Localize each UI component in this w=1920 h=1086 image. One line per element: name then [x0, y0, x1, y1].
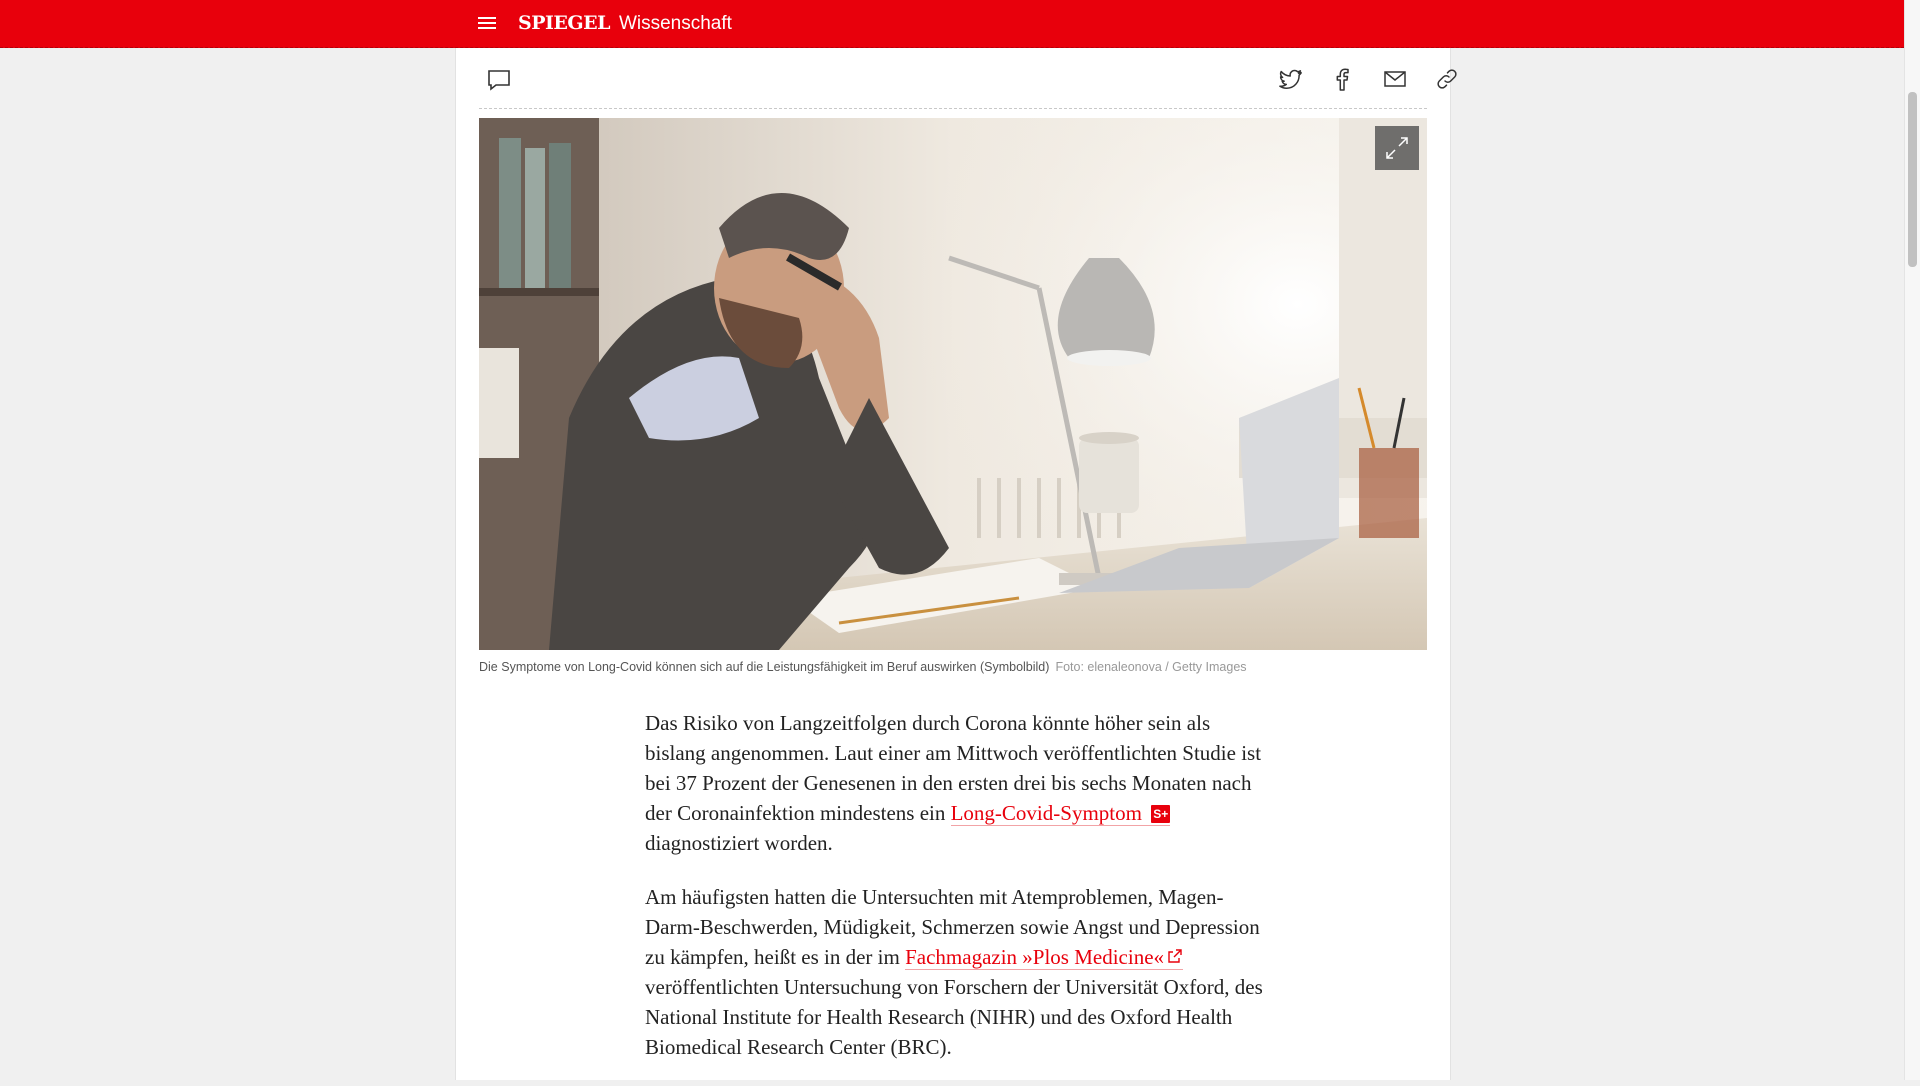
hero-image[interactable]: [479, 118, 1427, 650]
spiegel-plus-badge: S+: [1151, 805, 1171, 823]
image-caption: Die Symptome von Long-Covid können sich …: [479, 660, 1427, 674]
photo-credit: Foto: elenaleonova / Getty Images: [1055, 660, 1247, 674]
paragraph-1: Das Risiko von Langzeitfolgen durch Coro…: [645, 711, 1262, 855]
spiegel-logo[interactable]: SPIEGEL: [518, 12, 610, 34]
facebook-icon[interactable]: [1329, 66, 1355, 92]
brand[interactable]: SPIEGEL Wissenschaft: [518, 12, 732, 35]
top-navigation-bar: SPIEGEL Wissenschaft: [0, 0, 1904, 48]
hamburger-menu-icon[interactable]: [478, 14, 496, 32]
paragraph-2: Am häufigsten hatten die Untersuchten mi…: [645, 885, 1263, 1059]
scrollbar-thumb[interactable]: [1908, 92, 1917, 267]
expand-icon[interactable]: [1375, 126, 1419, 170]
article-toolbar: [479, 48, 1457, 109]
mail-icon[interactable]: [1382, 66, 1408, 92]
comment-icon[interactable]: [486, 67, 512, 93]
caption-text: Die Symptome von Long-Covid können sich …: [479, 660, 1050, 674]
long-covid-symptom-link[interactable]: Long-Covid-Symptom S+: [950, 801, 1171, 826]
article-body: Das Risiko von Langzeitfolgen durch Coro…: [645, 708, 1265, 1086]
twitter-icon[interactable]: [1278, 66, 1304, 92]
article-column: Die Symptome von Long-Covid können sich …: [455, 48, 1457, 1080]
plos-medicine-link[interactable]: Fachmagazin »Plos Medicine«: [905, 945, 1184, 970]
hero-illustration: [479, 118, 1427, 650]
external-link-icon: [1168, 949, 1182, 963]
section-title[interactable]: Wissenschaft: [619, 13, 732, 34]
link-icon[interactable]: [1434, 66, 1460, 92]
scrollbar[interactable]: [1904, 0, 1920, 1080]
